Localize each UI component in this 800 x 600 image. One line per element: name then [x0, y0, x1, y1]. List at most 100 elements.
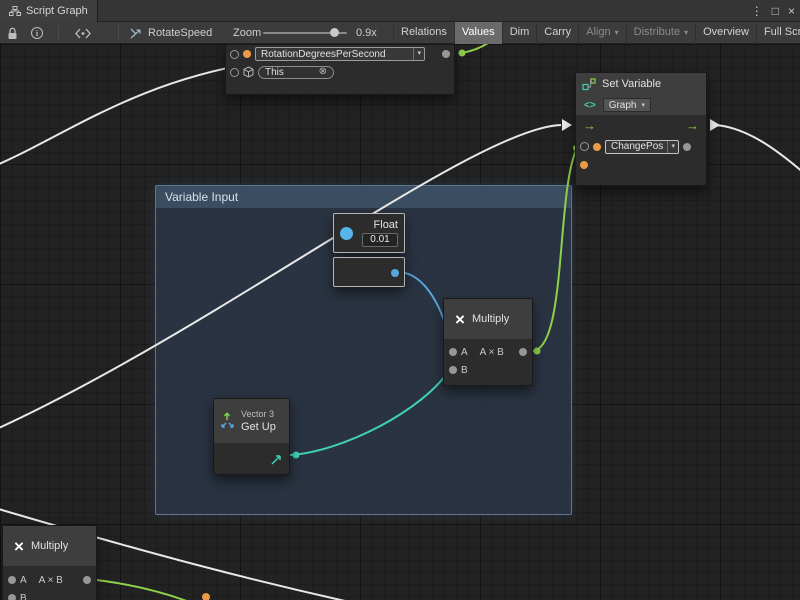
node-header[interactable]: Set Variable — [576, 73, 706, 95]
variable-type-dot — [243, 50, 251, 58]
node-multiply-2[interactable]: × Multiply A A × B B — [2, 525, 97, 600]
group-header[interactable]: Variable Input — [156, 186, 571, 208]
output-port[interactable] — [442, 50, 450, 58]
output-port[interactable] — [683, 143, 691, 151]
chevron-down-icon: ▾ — [615, 28, 619, 37]
float-output-port[interactable] — [391, 269, 399, 277]
maximize-icon[interactable]: □ — [772, 0, 779, 22]
graph-icon — [9, 6, 21, 16]
variable-name-row: RotationDegreesPerSecond ▾ — [226, 45, 454, 63]
graph-variable-icon: <> — [584, 100, 596, 111]
node-header[interactable]: × Multiply — [444, 299, 532, 339]
relations-button[interactable]: Relations — [393, 22, 454, 44]
multiply-icon: × — [14, 538, 24, 555]
distribute-button[interactable]: Distribute▾ — [626, 22, 695, 44]
info-icon: i — [31, 27, 43, 39]
node-body — [214, 443, 289, 475]
flow-wire[interactable] — [716, 125, 800, 180]
variable-name-dropdown[interactable]: ChangePos ▾ — [605, 140, 679, 154]
set-variable-icon — [582, 78, 596, 91]
input-port-b[interactable] — [8, 594, 16, 600]
float-value-field[interactable]: 0.01 — [362, 233, 398, 247]
port-row-b: B — [3, 589, 96, 600]
window-menu-icon[interactable]: ⋮ — [751, 0, 763, 22]
input-port[interactable] — [230, 50, 239, 59]
window-controls: ⋮ □ × — [751, 0, 795, 22]
dim-button[interactable]: Dim — [502, 22, 537, 44]
node-header[interactable]: × Multiply — [3, 526, 96, 566]
graph-canvas[interactable]: Variable Input — [0, 44, 800, 600]
flow-ports-row: → → — [576, 115, 706, 137]
lock-icon — [7, 27, 18, 40]
vector-output-icon[interactable] — [270, 453, 283, 466]
flow-output-triangle[interactable] — [710, 119, 720, 131]
target-self-field[interactable]: This ⊗ — [258, 66, 334, 79]
graph-name: RotateSpeed — [148, 27, 212, 39]
zoom-label: Zoom — [233, 22, 261, 44]
zoom-slider-knob[interactable] — [330, 28, 339, 37]
variable-type-dot — [593, 143, 601, 151]
node-float-header[interactable]: Float 0.01 — [333, 213, 405, 253]
flow-out-arrow-icon[interactable]: → — [686, 118, 699, 134]
ports-button[interactable] — [74, 22, 92, 44]
node-get-variable[interactable]: RotationDegreesPerSecond ▾ This ⊗ — [225, 44, 455, 95]
fullscreen-button[interactable]: Full Screen — [756, 22, 800, 44]
chevron-down-icon: ▾ — [684, 28, 688, 37]
align-button[interactable]: Align▾ — [578, 22, 625, 44]
input-port-b[interactable] — [449, 366, 457, 374]
node-title: Float — [374, 219, 398, 231]
carry-button[interactable]: Carry — [536, 22, 578, 44]
angle-brackets-icon — [74, 28, 92, 39]
values-button[interactable]: Values — [454, 22, 502, 44]
zoom-value: 0.9x — [356, 22, 377, 44]
output-port[interactable] — [519, 348, 527, 356]
flow-input-triangle[interactable] — [562, 119, 572, 131]
tab-script-graph[interactable]: Script Graph — [0, 0, 98, 22]
node-title: Get Up — [241, 421, 276, 433]
toolbar-separator — [58, 25, 59, 40]
node-float-body[interactable] — [333, 257, 405, 287]
overview-button[interactable]: Overview — [695, 22, 756, 44]
script-graph-asset-icon — [130, 28, 143, 39]
output-port[interactable] — [83, 576, 91, 584]
flow-wire[interactable] — [0, 62, 260, 170]
graph-breadcrumb[interactable]: RotateSpeed — [130, 22, 212, 44]
input-port[interactable] — [230, 68, 239, 77]
input-port-a[interactable] — [449, 348, 457, 356]
value-wire-green[interactable] — [88, 579, 218, 600]
node-multiply[interactable]: × Multiply A A × B B — [443, 298, 533, 386]
node-header[interactable]: Vector 3 Get Up — [214, 399, 289, 443]
flow-in-arrow-icon[interactable]: → — [583, 118, 596, 134]
lock-button[interactable] — [7, 22, 18, 44]
port-row-a: A A × B — [3, 571, 96, 589]
node-title: Multiply — [472, 313, 509, 325]
inspect-button[interactable]: i — [31, 22, 43, 44]
value-input-port[interactable] — [580, 161, 588, 169]
target-row: This ⊗ — [226, 63, 454, 81]
chevron-down-icon: ▾ — [641, 101, 645, 109]
tab-title: Script Graph — [26, 5, 88, 17]
variable-name-row: ChangePos ▾ — [576, 137, 706, 156]
input-port[interactable] — [580, 142, 589, 151]
node-title: Set Variable — [602, 78, 661, 90]
group-title: Variable Input — [165, 190, 238, 204]
node-get-up[interactable]: Vector 3 Get Up — [213, 398, 290, 475]
value-input-row — [576, 156, 706, 174]
script-graph-window: Script Graph ⋮ □ × i — [0, 0, 800, 600]
title-bar: Script Graph ⋮ □ × — [0, 0, 800, 22]
close-icon[interactable]: × — [788, 0, 795, 22]
orange-port-dot[interactable] — [202, 593, 210, 600]
vector3-axes-icon — [220, 411, 235, 431]
kind-dropdown[interactable]: Graph ▾ — [603, 98, 651, 112]
value-wire-green[interactable] — [462, 44, 494, 53]
variable-kind-row: <> Graph ▾ — [576, 95, 706, 115]
node-type-label: Vector 3 — [241, 409, 276, 419]
input-port-a[interactable] — [8, 576, 16, 584]
node-set-variable[interactable]: Set Variable <> Graph ▾ → → ChangePos ▾ — [575, 72, 707, 186]
variable-name-dropdown[interactable]: RotationDegreesPerSecond ▾ — [255, 47, 425, 61]
chevron-down-icon: ▾ — [413, 48, 424, 60]
toolbar-buttons: Relations Values Dim Carry Align▾ Distri… — [393, 22, 800, 44]
multiply-icon: × — [455, 311, 465, 328]
node-title: Multiply — [31, 540, 68, 552]
graph-toolbar: i RotateSpeed Zoom 0.9x Relations — [0, 22, 800, 44]
